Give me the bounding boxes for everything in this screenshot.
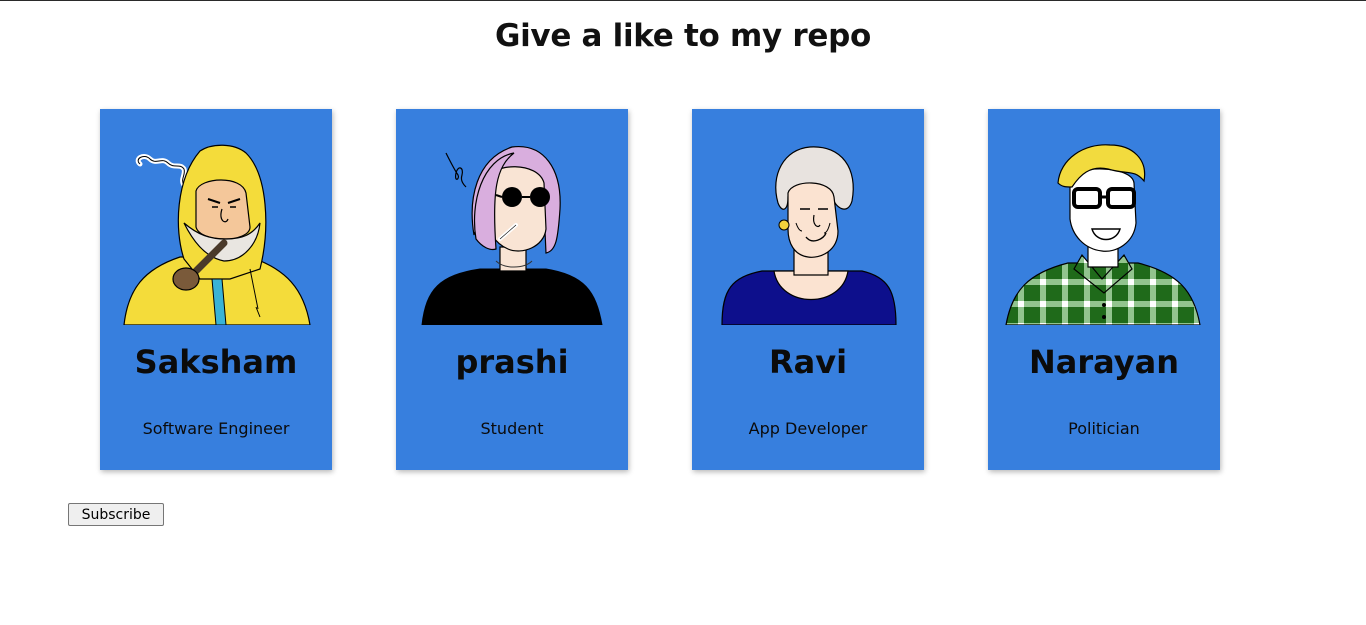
card-name: Ravi	[768, 343, 848, 381]
card-name: Narayan	[1029, 343, 1179, 381]
profile-card-ravi: Ravi App Developer	[692, 109, 924, 470]
top-border	[0, 0, 1366, 1]
card-role: Software Engineer	[142, 419, 290, 438]
subscribe-button[interactable]: Subscribe	[68, 503, 164, 526]
card-role: Politician	[1068, 419, 1140, 438]
page-title: Give a like to my repo	[494, 18, 872, 54]
card-role: App Developer	[748, 419, 868, 438]
glasses-man-avatar-icon	[1005, 144, 1201, 325]
profile-card-prashi: prashi Student	[396, 109, 628, 470]
profile-card-narayan: Narayan Politician	[988, 109, 1220, 470]
fisherman-avatar-icon	[123, 144, 311, 325]
sunglasses-woman-avatar-icon	[421, 146, 603, 325]
card-name: prashi	[455, 343, 569, 381]
grandmother-avatar-icon	[721, 146, 897, 325]
profile-card-saksham: Saksham Software Engineer	[100, 109, 332, 470]
card-name: Saksham	[134, 343, 298, 381]
card-role: Student	[480, 419, 544, 438]
